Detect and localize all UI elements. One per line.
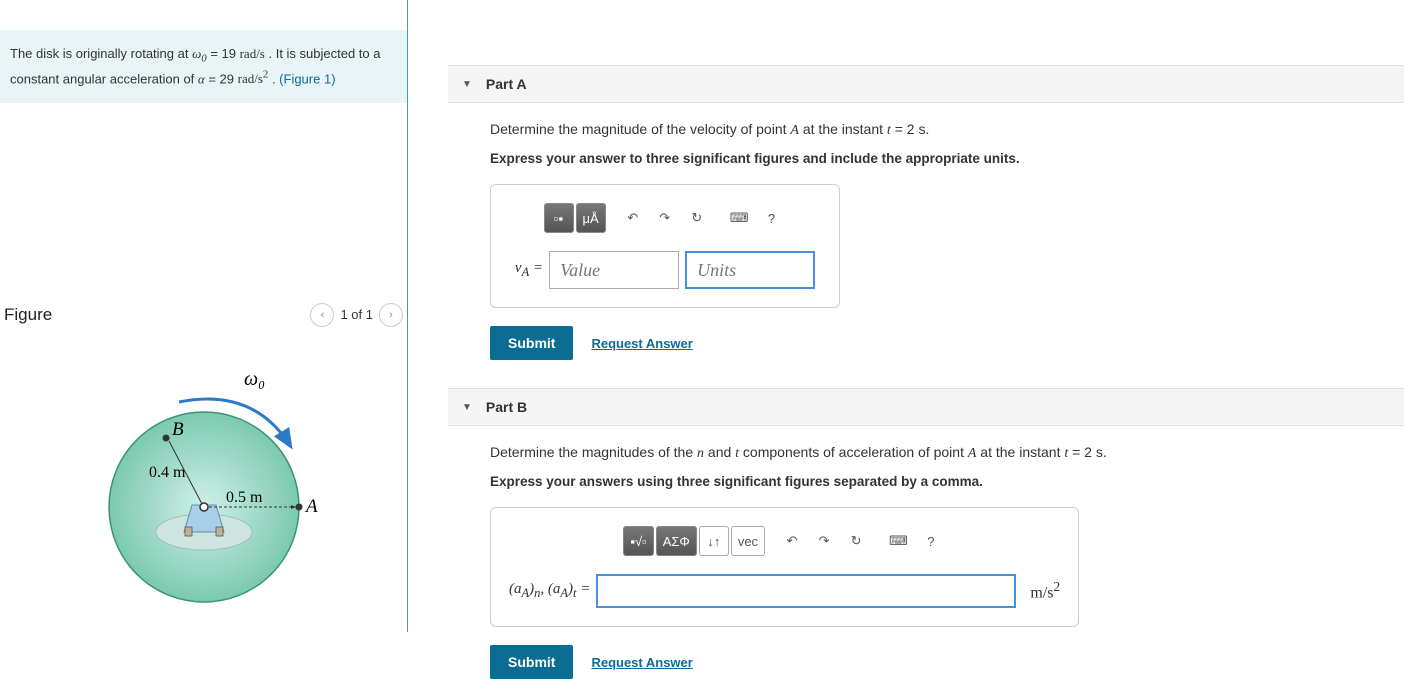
svg-text:0.4 m: 0.4 m bbox=[149, 464, 186, 481]
reset-button[interactable]: ↻ bbox=[841, 526, 871, 556]
help-button[interactable]: ? bbox=[756, 203, 786, 233]
part-a-var-label: vA = bbox=[515, 260, 543, 280]
figure-link[interactable]: (Figure 1) bbox=[279, 71, 335, 86]
part-b-title: Part B bbox=[486, 399, 527, 415]
templates-button[interactable]: ▪√▫ bbox=[623, 526, 653, 556]
figure-diagram: ω₀ B 0.4 m 0.5 m A bbox=[4, 347, 403, 607]
svg-text:ω₀: ω₀ bbox=[244, 368, 265, 390]
templates-button[interactable]: ▫▪ bbox=[544, 203, 574, 233]
svg-text:A: A bbox=[304, 496, 318, 517]
keyboard-button[interactable]: ⌨ bbox=[883, 526, 914, 556]
svg-text:B: B bbox=[172, 419, 184, 440]
part-b-answer-box: ▪√▫ ΑΣΦ ↓↑ vec ↶ ↷ ↻ ⌨ ? (aA)n, (aA)t = … bbox=[490, 507, 1079, 627]
caret-down-icon: ▼ bbox=[462, 79, 472, 90]
part-b-instruction: Express your answers using three signifi… bbox=[490, 474, 1404, 489]
part-a-question: Determine the magnitude of the velocity … bbox=[490, 121, 1404, 139]
part-b-header[interactable]: ▼ Part B bbox=[448, 388, 1404, 426]
part-b-var-label: (aA)n, (aA)t = bbox=[509, 581, 590, 601]
units-button[interactable]: μÅ bbox=[576, 203, 606, 233]
reset-button[interactable]: ↻ bbox=[682, 203, 712, 233]
part-b-unit: m/s2 bbox=[1030, 579, 1060, 602]
svg-text:0.5 m: 0.5 m bbox=[226, 489, 263, 506]
problem-statement: The disk is originally rotating at ω0 = … bbox=[0, 30, 407, 103]
part-a-title: Part A bbox=[486, 76, 527, 92]
figure-counter: 1 of 1 bbox=[340, 307, 373, 322]
vector-button[interactable]: vec bbox=[731, 526, 765, 556]
figure-next-button[interactable]: › bbox=[379, 303, 403, 327]
help-button[interactable]: ? bbox=[916, 526, 946, 556]
symbols-button[interactable]: ΑΣΦ bbox=[656, 526, 697, 556]
value-input[interactable] bbox=[549, 251, 679, 289]
part-a-header[interactable]: ▼ Part A bbox=[448, 65, 1404, 103]
caret-down-icon: ▼ bbox=[462, 402, 472, 413]
units-input[interactable] bbox=[685, 251, 815, 289]
figure-title: Figure bbox=[4, 305, 52, 325]
request-answer-link[interactable]: Request Answer bbox=[591, 655, 692, 670]
figure-prev-button[interactable]: ‹ bbox=[310, 303, 334, 327]
part-a-answer-box: ▫▪ μÅ ↶ ↷ ↻ ⌨ ? vA = bbox=[490, 184, 840, 308]
submit-button[interactable]: Submit bbox=[490, 645, 573, 679]
keyboard-button[interactable]: ⌨ bbox=[724, 203, 755, 233]
subscript-button[interactable]: ↓↑ bbox=[699, 526, 729, 556]
redo-button[interactable]: ↷ bbox=[809, 526, 839, 556]
submit-button[interactable]: Submit bbox=[490, 326, 573, 360]
part-b-question: Determine the magnitudes of the n and t … bbox=[490, 444, 1404, 462]
part-a-instruction: Express your answer to three significant… bbox=[490, 151, 1404, 166]
answer-input[interactable] bbox=[596, 574, 1016, 608]
redo-button[interactable]: ↷ bbox=[650, 203, 680, 233]
undo-button[interactable]: ↶ bbox=[618, 203, 648, 233]
undo-button[interactable]: ↶ bbox=[777, 526, 807, 556]
request-answer-link[interactable]: Request Answer bbox=[591, 336, 692, 351]
